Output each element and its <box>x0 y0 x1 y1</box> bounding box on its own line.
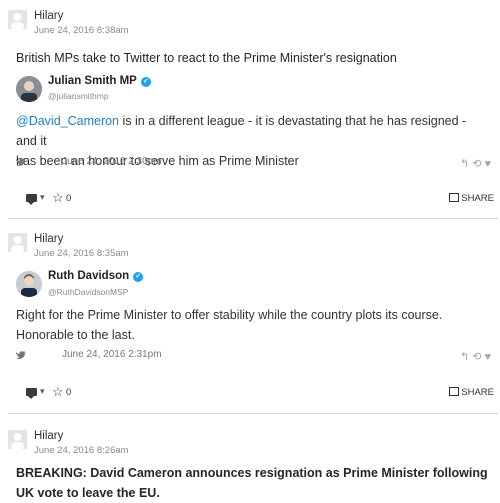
tweet-handle[interactable]: @juliansmithmp <box>48 91 109 101</box>
comment-icon[interactable] <box>26 388 37 399</box>
author-name: Hilary <box>34 10 64 22</box>
heart-icon[interactable]: ♥ <box>484 351 494 363</box>
post-headline: BREAKING: David Cameron announces resign… <box>16 466 488 500</box>
comment-icon[interactable] <box>26 194 37 205</box>
author-avatar <box>8 233 27 252</box>
post-toolbar: ▾ ☆ 0 SHARE <box>16 190 494 207</box>
tweet-meta: June 24, 2016 2:31pm ↰⟲♥ <box>16 349 494 363</box>
star-count: 0 <box>66 387 72 398</box>
tweet-date[interactable]: June 24, 2016 2:30pm <box>62 156 162 167</box>
tweet-avatar[interactable] <box>16 271 42 297</box>
star-icon[interactable]: ☆ <box>52 384 64 400</box>
author-name: Hilary <box>34 233 64 245</box>
tweet-avatar[interactable] <box>16 76 42 102</box>
tweet-actions: ↰⟲♥ <box>460 350 494 363</box>
post-1: Hilary June 24, 2016 8:38am British MPs … <box>8 10 498 219</box>
tweet-meta: June 24, 2016 2:30pm ↰⟲♥ <box>16 156 494 170</box>
tweet-actions: ↰⟲♥ <box>460 157 494 170</box>
tweet-date[interactable]: June 24, 2016 2:31pm <box>62 349 162 360</box>
post-time: June 24, 2016 8:38am <box>34 25 129 36</box>
post-time: June 24, 2016 8:35am <box>34 248 129 259</box>
verified-badge-icon: ✓ <box>140 77 151 87</box>
reply-icon[interactable]: ↰ <box>460 351 472 363</box>
author-avatar <box>8 430 27 449</box>
twitter-bird-icon[interactable] <box>16 158 26 166</box>
tweet-author-name[interactable]: Ruth Davidson ✓ <box>48 270 144 282</box>
post-headline: British MPs take to Twitter to react to … <box>16 51 397 65</box>
tweet-handle[interactable]: @RuthDavidsonMSP <box>48 287 128 297</box>
tweet-text: Right for the Prime Minister to offer st… <box>16 308 443 342</box>
post-3: Hilary June 24, 2016 8:26am BREAKING: Da… <box>8 430 498 501</box>
reply-icon[interactable]: ↰ <box>460 158 472 170</box>
retweet-icon[interactable]: ⟲ <box>472 158 484 170</box>
post-time: June 24, 2016 8:26am <box>34 445 129 456</box>
share-icon <box>449 387 460 396</box>
post-2: Hilary June 24, 2016 8:35am Ruth Davidso… <box>8 233 498 414</box>
author-avatar <box>8 10 27 29</box>
verified-badge-icon: ✓ <box>133 272 144 282</box>
twitter-bird-icon[interactable] <box>16 351 26 359</box>
heart-icon[interactable]: ♥ <box>484 158 494 170</box>
tweet-mention-link[interactable]: @David_Cameron <box>16 114 119 128</box>
tweet-author-name[interactable]: Julian Smith MP ✓ <box>48 75 151 87</box>
comment-dropdown-icon[interactable]: ▾ <box>40 192 45 203</box>
comment-dropdown-icon[interactable]: ▾ <box>40 386 45 397</box>
retweet-icon[interactable]: ⟲ <box>472 351 484 363</box>
star-icon[interactable]: ☆ <box>52 190 64 206</box>
star-count: 0 <box>66 193 72 204</box>
author-name: Hilary <box>34 430 64 442</box>
share-button[interactable]: SHARE <box>449 387 494 398</box>
share-button[interactable]: SHARE <box>449 193 494 204</box>
share-icon <box>449 193 460 202</box>
post-toolbar: ▾ ☆ 0 SHARE <box>16 384 494 401</box>
